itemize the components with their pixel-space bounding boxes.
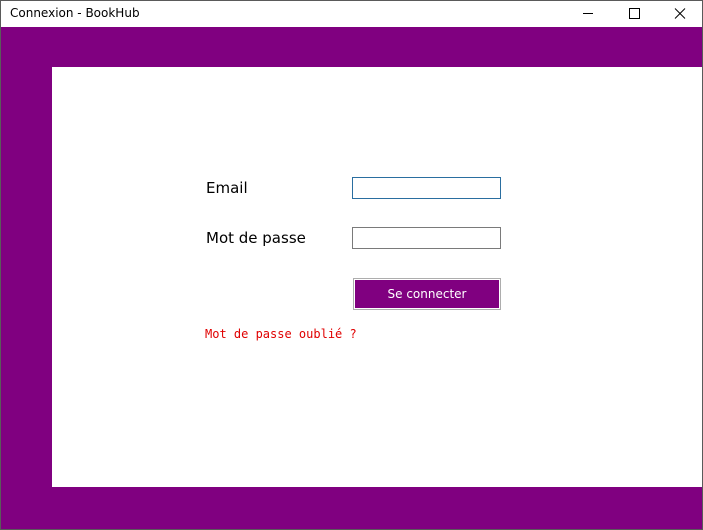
close-icon (674, 8, 686, 19)
client-area: Email Mot de passe Se connecter Mot de p… (1, 27, 702, 529)
login-button[interactable]: Se connecter (353, 278, 501, 310)
maximize-icon (629, 8, 640, 19)
minimize-icon (583, 13, 593, 14)
email-label: Email (206, 179, 248, 197)
minimize-button[interactable] (565, 1, 611, 27)
forgot-password-link[interactable]: Mot de passe oublié ? (205, 327, 357, 341)
password-label: Mot de passe (206, 229, 306, 247)
login-panel: Email Mot de passe Se connecter Mot de p… (52, 67, 702, 487)
login-window: Connexion - BookHub Email Mot de passe S… (0, 0, 703, 530)
maximize-button[interactable] (611, 1, 657, 27)
title-bar[interactable]: Connexion - BookHub (1, 1, 702, 27)
close-button[interactable] (657, 1, 702, 27)
password-input[interactable] (352, 227, 501, 249)
window-title: Connexion - BookHub (10, 6, 140, 20)
email-input[interactable] (352, 177, 501, 199)
